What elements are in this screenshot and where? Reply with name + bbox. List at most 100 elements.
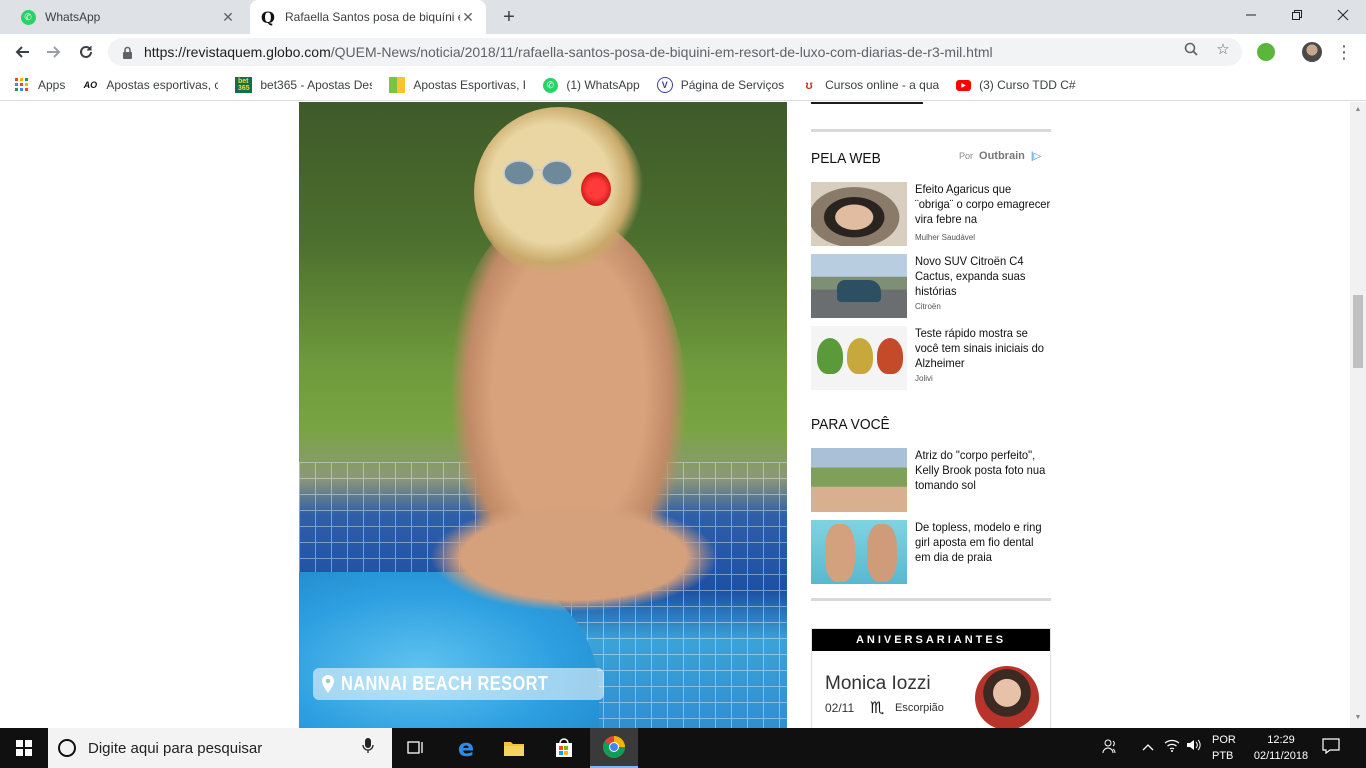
arrow-left-icon xyxy=(15,46,29,58)
store-icon xyxy=(556,738,572,757)
bookmark-curso-tdd[interactable]: ▶ (3) Curso TDD C# co xyxy=(956,78,1079,92)
taskbar-search[interactable]: Digite aqui para pesquisar xyxy=(48,728,392,768)
bookmark-cursos-online[interactable]: ʊ Cursos online - a qua xyxy=(801,77,939,93)
reload-button[interactable] xyxy=(72,38,100,66)
scroll-down-icon[interactable]: ▼ xyxy=(1354,714,1362,722)
article-photo[interactable]: NANNAI BEACH RESORT xyxy=(299,102,787,728)
scroll-up-icon[interactable]: ▲ xyxy=(1354,106,1362,114)
birthday-avatar[interactable] xyxy=(975,666,1039,728)
item-headline[interactable]: De topless, modelo e ring girl aposta em… xyxy=(915,520,1051,565)
red-flower xyxy=(581,172,611,206)
profile-avatar[interactable] xyxy=(1302,42,1322,62)
section-title-para-voce: PARA VOCÊ xyxy=(811,416,890,433)
restore-icon xyxy=(1292,10,1302,20)
extension-icon[interactable] xyxy=(1257,43,1275,61)
people-icon[interactable] xyxy=(1100,738,1120,758)
pela-web-item[interactable]: Efeito Agaricus que ¨obriga¨ o corpo ema… xyxy=(811,182,1051,246)
outbrain-attribution[interactable]: Por Outbrain |▷ xyxy=(959,150,1041,162)
para-voce-item[interactable]: De topless, modelo e ring girl aposta em… xyxy=(811,520,1051,584)
input-language[interactable]: POR PTB xyxy=(1212,732,1236,764)
clock-time: 12:29 xyxy=(1267,734,1295,746)
item-thumbnail[interactable] xyxy=(811,326,907,390)
lock-icon[interactable] xyxy=(120,45,134,59)
action-center-icon[interactable] xyxy=(1322,738,1344,758)
bookmark-star-icon[interactable]: ☆ xyxy=(1214,40,1232,58)
start-button[interactable] xyxy=(0,728,48,768)
item-headline[interactable]: Efeito Agaricus que ¨obriga¨ o corpo ema… xyxy=(915,182,1051,227)
zodiac-sign: Escorpião xyxy=(895,702,944,714)
clock-date: 02/11/2018 xyxy=(1253,750,1309,762)
location-pin-icon xyxy=(322,675,334,693)
sunglasses xyxy=(503,160,573,186)
ao-icon: AO xyxy=(83,80,98,90)
menu-dots-icon[interactable]: ⋮ xyxy=(1334,40,1354,64)
aniversariantes-widget[interactable]: ANIVERSARIANTES Monica Iozzi 02/11 ♏ Esc… xyxy=(811,628,1051,728)
item-thumbnail[interactable] xyxy=(811,448,907,512)
para-voce-item[interactable]: Atriz do "corpo perfeito", Kelly Brook p… xyxy=(811,448,1051,512)
browser-toolbar: https://revistaquem.globo.com/QUEM-News/… xyxy=(0,34,1366,70)
photo-subject-hair xyxy=(474,107,644,277)
adchoices-icon: |▷ xyxy=(1030,150,1042,162)
address-bar[interactable]: https://revistaquem.globo.com/QUEM-News/… xyxy=(108,38,1242,66)
chrome-taskbar-button[interactable] xyxy=(590,728,638,768)
photo-subject-legs xyxy=(429,502,719,612)
outbrain-logo: Outbrain xyxy=(979,150,1025,162)
back-button[interactable] xyxy=(8,38,36,66)
forward-button[interactable] xyxy=(40,38,68,66)
quem-icon: Q xyxy=(261,7,275,27)
edge-taskbar-button[interactable]: e xyxy=(442,728,490,768)
restore-button[interactable] xyxy=(1274,0,1320,30)
close-icon[interactable]: ✕ xyxy=(460,9,476,25)
previous-item-thumbnail-edge[interactable] xyxy=(811,102,923,104)
page-viewport: NANNAI BEACH RESORT PELA WEB Por Outbrai… xyxy=(0,102,1350,728)
close-window-button[interactable] xyxy=(1320,0,1366,30)
new-tab-button[interactable]: + xyxy=(497,6,521,30)
pela-web-item[interactable]: Novo SUV Citroën C4 Cactus, expanda suas… xyxy=(811,254,1051,318)
apps-grid-icon xyxy=(14,77,30,93)
item-thumbnail[interactable] xyxy=(811,182,907,246)
item-thumbnail[interactable] xyxy=(811,520,907,584)
wifi-icon[interactable] xyxy=(1162,738,1182,758)
bookmark-apps[interactable]: Apps xyxy=(14,77,65,93)
zoom-icon[interactable] xyxy=(1182,40,1200,58)
item-headline[interactable]: Teste rápido mostra se você tem sinais i… xyxy=(915,326,1051,371)
microphone-icon[interactable] xyxy=(358,738,378,758)
file-explorer-button[interactable] xyxy=(490,728,538,768)
scrollbar-thumb[interactable] xyxy=(1353,295,1363,368)
task-view-button[interactable] xyxy=(392,728,440,768)
chevron-up-icon[interactable] xyxy=(1138,738,1158,758)
item-headline[interactable]: Atriz do "corpo perfeito", Kelly Brook p… xyxy=(915,448,1051,493)
aniversariantes-title: ANIVERSARIANTES xyxy=(812,629,1050,651)
pela-web-item[interactable]: Teste rápido mostra se você tem sinais i… xyxy=(811,326,1051,390)
system-clock[interactable]: 12:29 02/11/2018 xyxy=(1248,732,1314,764)
item-source: Mulher Saudável xyxy=(915,233,976,242)
item-headline[interactable]: Novo SUV Citroën C4 Cactus, expanda suas… xyxy=(915,254,1051,299)
minimize-button[interactable] xyxy=(1228,0,1274,30)
tab-title: WhatsApp xyxy=(45,10,101,24)
birthday-date: 02/11 xyxy=(825,701,855,715)
section-title-pela-web: PELA WEB xyxy=(811,150,881,167)
tab-whatsapp[interactable]: ✆ WhatsApp ✕ xyxy=(10,0,246,34)
bookmarks-bar: Apps AO Apostas esportivas, c bet 365 bet… xyxy=(0,70,1366,101)
tab-quem-article[interactable]: Q Rafaella Santos posa de biquíni e ✕ xyxy=(250,0,486,34)
folder-icon xyxy=(504,742,524,756)
bookmark-whatsapp[interactable]: ✆ (1) WhatsApp xyxy=(542,77,640,93)
bookmark-bet365[interactable]: bet 365 bet365 - Apostas Des xyxy=(235,77,372,93)
bookmark-apostas-esportivas-f[interactable]: Apostas Esportivas, F xyxy=(389,77,525,93)
volume-icon[interactable] xyxy=(1184,738,1204,758)
bookmark-apostas-esportivas[interactable]: AO Apostas esportivas, c xyxy=(82,77,219,93)
youtube-icon: ▶ xyxy=(956,79,972,91)
birthday-name[interactable]: Monica Iozzi xyxy=(825,673,931,695)
bookmark-pagina-servicos[interactable]: V Página de Serviços xyxy=(656,77,784,93)
url-text[interactable]: https://revistaquem.globo.com/QUEM-News/… xyxy=(144,44,993,60)
store-button[interactable] xyxy=(540,728,588,768)
cortana-icon xyxy=(58,739,76,757)
search-placeholder: Digite aqui para pesquisar xyxy=(88,739,263,757)
close-icon[interactable]: ✕ xyxy=(220,9,236,25)
item-thumbnail[interactable] xyxy=(811,254,907,318)
cursos-icon: ʊ xyxy=(805,78,813,92)
windows-logo-icon xyxy=(16,740,32,756)
divider xyxy=(811,129,1051,132)
v-circle-icon: V xyxy=(656,77,673,93)
page-scrollbar[interactable]: ▲ ▼ xyxy=(1350,102,1366,728)
